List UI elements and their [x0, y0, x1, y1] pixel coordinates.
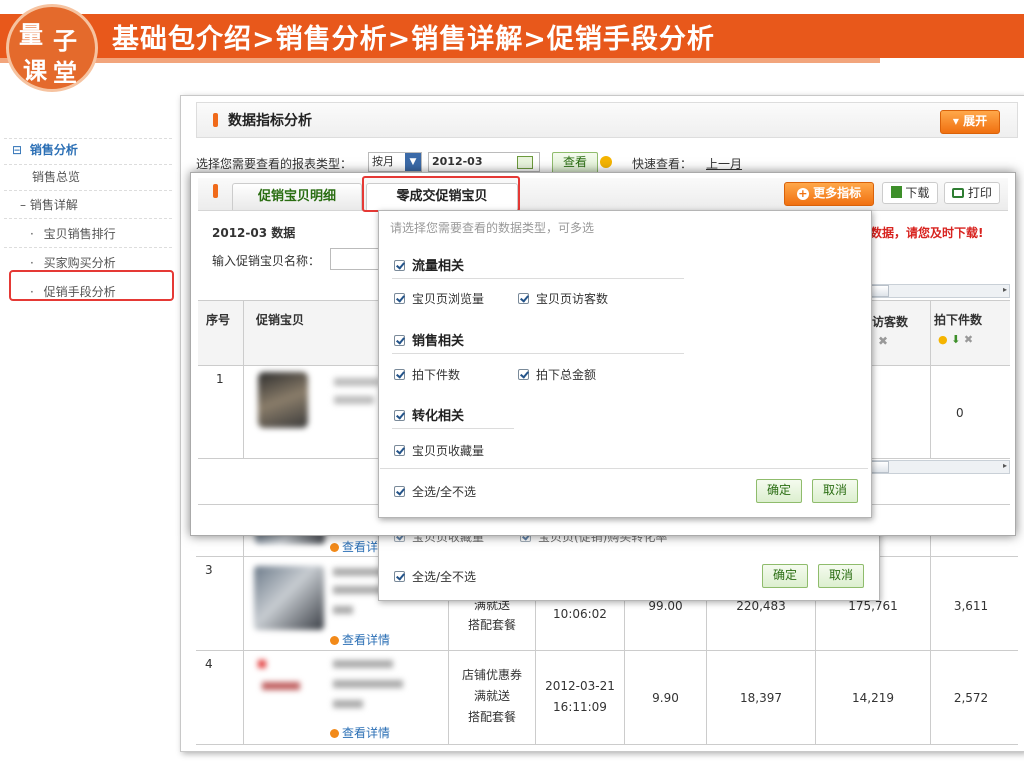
sidebar-item-label: 销售总览 — [32, 170, 81, 184]
scroll-thumb[interactable] — [871, 285, 889, 297]
item-search-input[interactable] — [330, 248, 380, 270]
view-button[interactable]: 查看 — [552, 152, 598, 174]
highlight-box — [362, 176, 520, 212]
period-select[interactable]: 按月 ▼ — [368, 152, 422, 172]
calendar-icon — [517, 156, 533, 169]
print-button[interactable]: 打印 — [944, 182, 1000, 204]
scroll-thumb[interactable] — [871, 461, 889, 473]
option-page-views: 宝贝页浏览量 — [394, 290, 484, 307]
chevron-down-icon: ▼ — [405, 153, 421, 171]
horizontal-scrollbar[interactable]: ▸ — [870, 460, 1010, 474]
option-total-amount: 拍下总金额 — [518, 366, 596, 383]
sidebar-item-label: 买家购买分析 — [43, 256, 116, 270]
remove-icon[interactable]: ✖ — [878, 334, 888, 348]
checkbox[interactable] — [394, 445, 405, 456]
option-favorites: 宝贝页收藏量 — [394, 442, 484, 459]
checkbox[interactable] — [518, 369, 529, 380]
row-index: 1 — [216, 372, 224, 386]
cancel-button[interactable]: 取消 — [818, 564, 864, 588]
expand-button[interactable]: ▾ 展开 — [940, 110, 1000, 134]
printer-icon — [952, 188, 965, 198]
highlight-box — [9, 270, 174, 301]
download-button[interactable]: 下载 — [882, 182, 938, 204]
sidebar-item-sales-detail[interactable]: – 销售详解 — [20, 193, 78, 217]
checkbox[interactable] — [394, 335, 405, 346]
item-thumbnail — [258, 372, 308, 428]
col-item-header: 促销宝贝 — [256, 313, 305, 327]
plus-icon: + — [796, 187, 809, 200]
quick-view-label: 快速查看： — [632, 157, 693, 171]
page-title: 基础包介绍>销售分析>销售详解>促销手段分析 — [112, 24, 715, 55]
panel-header — [196, 102, 1018, 138]
help-icon[interactable] — [600, 156, 612, 168]
search-label: 输入促销宝贝名称： — [212, 254, 321, 268]
cancel-button[interactable]: 取消 — [812, 479, 858, 503]
option-page-visitors: 宝贝页访客数 — [518, 290, 608, 307]
col-visitors-header[interactable]: 访客数 — [872, 313, 908, 330]
header-underline — [0, 58, 880, 63]
group-sales: 销售相关 — [394, 330, 464, 349]
sidebar-item-label: 宝贝销售排行 — [43, 227, 116, 241]
horizontal-scrollbar[interactable]: ▸ — [870, 284, 1010, 298]
confirm-button[interactable]: 确定 — [762, 564, 808, 588]
item-thumbnail — [254, 566, 324, 630]
remove-icon[interactable]: ✖ — [964, 333, 973, 346]
prev-month-link[interactable]: 上一月 — [706, 155, 742, 172]
checkbox[interactable] — [394, 293, 405, 304]
option-pieces: 拍下件数 — [394, 366, 460, 383]
view-detail-link[interactable]: 查看详情 — [330, 724, 390, 741]
row-pieces-value: 0 — [956, 406, 964, 420]
select-all-checkbox[interactable] — [394, 486, 405, 497]
col-pieces-header[interactable]: 拍下件数 — [934, 311, 982, 328]
group-traffic: 流量相关 — [394, 255, 464, 274]
view-detail-link[interactable]: 查看详情 — [330, 631, 390, 648]
confirm-button[interactable]: 确定 — [756, 479, 802, 503]
chevron-down-icon: ▾ — [952, 114, 959, 128]
dropdown-hint: 请选择您需要查看的数据类型，可多选 — [390, 221, 595, 235]
sidebar-item-sales-analysis[interactable]: ⊟ 销售分析 — [12, 138, 78, 162]
more-metrics-button[interactable]: + 更多指标 — [784, 182, 874, 206]
brand-logo: 量 子 课 堂 — [6, 4, 98, 92]
group-conversion: 转化相关 — [394, 405, 464, 424]
title-marker-icon — [213, 184, 218, 198]
chevron-right-icon[interactable]: ▸ — [1003, 461, 1007, 470]
sidebar-item-label: 销售详解 — [29, 198, 78, 212]
download-icon — [890, 186, 902, 198]
checkbox[interactable] — [394, 260, 405, 271]
panel-title: 数据指标分析 — [228, 113, 312, 129]
select-all-option: 全选/全不选 — [394, 483, 476, 500]
chevron-right-icon[interactable]: ▸ — [1003, 285, 1007, 294]
data-caption: 2012-03 数据 — [212, 226, 296, 240]
report-type-label: 选择您需要查看的报表类型： — [196, 157, 353, 171]
checkbox[interactable] — [394, 410, 405, 421]
tab-promo-items[interactable]: 促销宝贝明细 — [232, 183, 362, 210]
select-all-checkbox[interactable] — [394, 571, 405, 582]
checkbox[interactable] — [518, 293, 529, 304]
download-notice: 数据，请您及时下载! — [870, 226, 984, 240]
sidebar-item-item-ranking[interactable]: · 宝贝销售排行 — [30, 222, 116, 246]
sidebar-item-overview[interactable]: 销售总览 — [32, 165, 80, 189]
title-marker-icon — [213, 113, 218, 127]
checkbox[interactable] — [394, 369, 405, 380]
help-icon[interactable]: ● — [938, 333, 948, 346]
sidebar-item-label: 销售分析 — [29, 143, 78, 157]
month-input[interactable]: 2012-03 — [428, 152, 540, 172]
sort-down-icon[interactable]: ⬇ — [951, 333, 960, 346]
col-index-header: 序号 — [206, 313, 231, 327]
